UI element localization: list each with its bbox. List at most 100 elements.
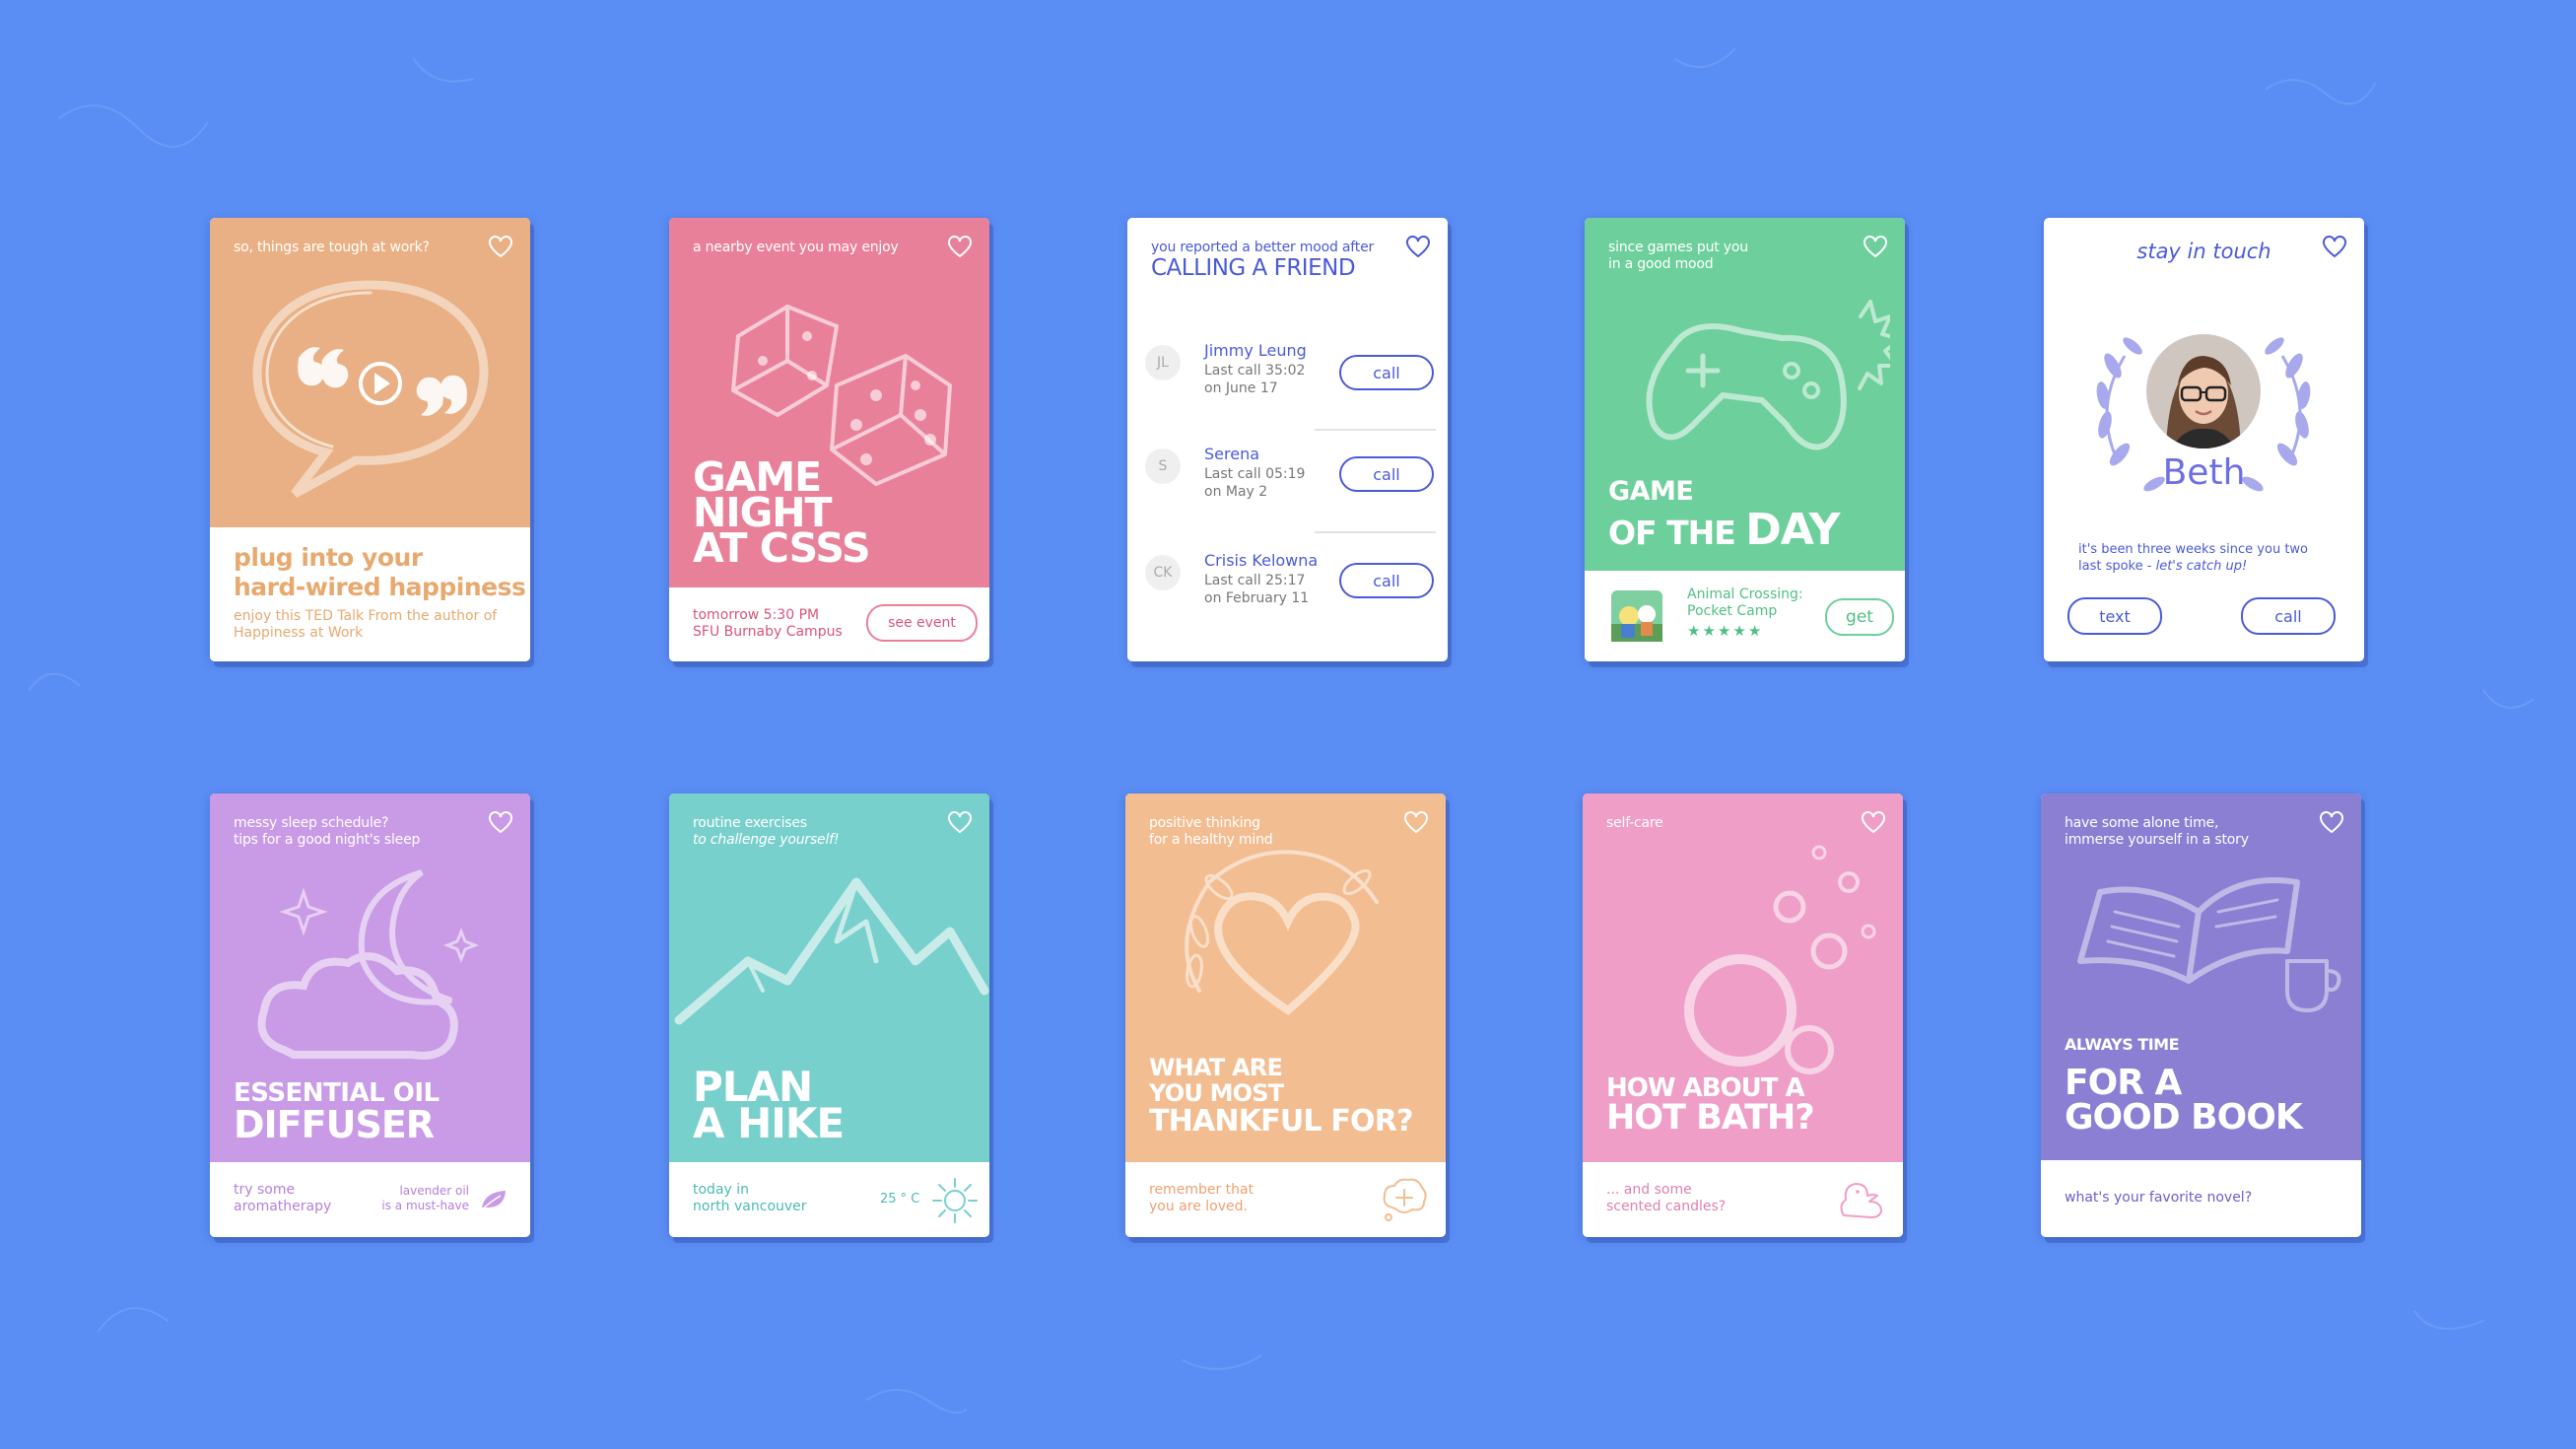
contact-name: Beth <box>2162 452 2246 493</box>
contact-last-call: Last call 25:17 <box>1204 573 1306 588</box>
heart-icon[interactable] <box>1863 236 1888 259</box>
contact-row[interactable]: CK Crisis Kelowna Last call 25:17 on Feb… <box>1127 551 1448 650</box>
app-name-line: Pocket Camp <box>1687 603 1778 619</box>
card-title: PLAN A HIKE <box>693 1067 845 1147</box>
call-button[interactable]: call <box>2241 597 2336 635</box>
title-line: A HIKE <box>693 1098 845 1147</box>
star-icon: ★ <box>1747 622 1764 640</box>
card-happiness-talk[interactable]: so, things are tough at work? plug into … <box>210 218 530 661</box>
message-line: last spoke - let's catch up! <box>2078 558 2308 575</box>
open-book-icon <box>2077 877 2341 1012</box>
thought-bubble-icon <box>1383 1178 1427 1221</box>
card-title: WHAT ARE YOU MOST THANKFUL FOR? <box>1149 1055 1413 1139</box>
heart-icon[interactable] <box>947 236 973 259</box>
card-footer: ... and some scented candles? <box>1583 1162 1903 1237</box>
divider <box>1315 531 1436 533</box>
moon-cloud-icon <box>257 869 480 1060</box>
heart-icon[interactable] <box>2319 811 2344 835</box>
card-game-of-the-day[interactable]: since games put you in a good mood GAME … <box>1585 218 1905 661</box>
card-footer: today in north vancouver 25 ° C <box>669 1162 989 1237</box>
card-title: HOW ABOUT A HOT BATH? <box>1606 1075 1815 1135</box>
heart-icon[interactable] <box>488 236 513 259</box>
star-icon: ★ <box>1702 622 1718 640</box>
bubbles-icon <box>1684 845 1876 1074</box>
card-good-book[interactable]: have some alone time, immerse yourself i… <box>2041 794 2361 1237</box>
title-line: OF THE DAY <box>1608 509 1841 552</box>
footer-left: try some aromatherapy <box>234 1182 331 1215</box>
see-event-button[interactable]: see event <box>866 604 978 642</box>
desc-line: enjoy this TED Talk From the author of <box>234 608 498 624</box>
get-button[interactable]: get <box>1825 598 1894 636</box>
event-place: SFU Burnaby Campus <box>693 624 843 640</box>
footer-line: you are loved. <box>1149 1199 1248 1214</box>
eyebrow-line: positive thinking <box>1149 815 1260 831</box>
card-title: CALLING A FRIEND <box>1151 255 1356 281</box>
card-footer: remember that you are loved. <box>1125 1162 1446 1237</box>
footer-text: ... and some scented candles? <box>1606 1182 1726 1215</box>
footer-line: today in <box>693 1182 750 1198</box>
contact-last-call: Last call 35:02 <box>1204 363 1306 379</box>
speech-bubble-play-icon[interactable] <box>237 267 504 504</box>
card-title: GAME OF THE DAY <box>1608 478 1841 552</box>
footer-line: lavender oil <box>399 1184 469 1198</box>
title-line: AT CSSS <box>693 524 871 573</box>
eyebrow-line: messy sleep schedule? <box>234 815 389 831</box>
footer-line: ... and some <box>1606 1182 1692 1198</box>
sun-icon <box>932 1178 978 1223</box>
card-eyebrow: since games put you in a good mood <box>1608 240 1845 273</box>
title-part: DAY <box>1745 505 1840 555</box>
event-time: tomorrow 5:30 PM <box>693 607 820 623</box>
mountain-icon <box>674 877 989 1025</box>
contact-row[interactable]: JL Jimmy Leung Last call 35:02 on June 1… <box>1127 341 1448 440</box>
avatar[interactable] <box>2144 332 2263 450</box>
footer-line: north vancouver <box>693 1199 807 1214</box>
app-thumbnail-icon[interactable] <box>1611 590 1662 642</box>
eyebrow-line: since games put you <box>1608 240 1748 255</box>
card-title: ESSENTIAL OIL DIFFUSER <box>234 1080 440 1146</box>
contact-last-call: Last call 05:19 <box>1204 466 1306 482</box>
card-stay-in-touch[interactable]: stay in touch Beth it's been three weeks… <box>2044 218 2364 661</box>
heart-icon[interactable] <box>2322 236 2347 259</box>
call-button[interactable]: call <box>1339 563 1434 598</box>
contact-name: Jimmy Leung <box>1204 341 1307 360</box>
contact-date: on June 17 <box>1204 380 1278 396</box>
contact-name: Crisis Kelowna <box>1204 551 1319 570</box>
heart-icon[interactable] <box>947 811 973 835</box>
title-line: THANKFUL FOR? <box>1149 1104 1413 1139</box>
card-description: enjoy this TED Talk From the author of H… <box>234 608 497 642</box>
heart-icon[interactable] <box>1405 236 1431 259</box>
card-hot-bath[interactable]: self-care HOW ABOUT A HOT BATH? ... and … <box>1583 794 1903 1237</box>
card-eyebrow: messy sleep schedule? tips for a good ni… <box>234 815 470 849</box>
card-plan-hike[interactable]: routine exercises to challenge yourself!… <box>669 794 989 1237</box>
app-name: Animal Crossing: Pocket Camp <box>1687 586 1803 620</box>
text-button[interactable]: text <box>2068 597 2162 635</box>
footer-line: try some <box>234 1182 296 1198</box>
card-image-area: self-care HOW ABOUT A HOT BATH? <box>1583 794 1903 1162</box>
card-image-area: since games put you in a good mood GAME … <box>1585 218 1905 571</box>
card-game-night[interactable]: a nearby event you may enjoy GAME NIGHT … <box>669 218 989 661</box>
title-line: DIFFUSER <box>234 1102 435 1146</box>
desc-line: Happiness at Work <box>234 625 364 641</box>
reconnect-message: it's been three weeks since you two last… <box>2078 541 2308 575</box>
footer-right: lavender oil is a must-have <box>381 1184 469 1213</box>
footer-text: remember that you are loved. <box>1149 1182 1254 1215</box>
card-calling-friend[interactable]: you reported a better mood after CALLING… <box>1127 218 1448 661</box>
message-part: last spoke - <box>2078 559 2152 574</box>
rubber-duck-icon <box>1840 1183 1882 1218</box>
heart-icon[interactable] <box>488 811 513 835</box>
call-button[interactable]: call <box>1339 456 1434 492</box>
card-footer: try some aromatherapy lavender oil is a … <box>210 1162 530 1237</box>
divider <box>1315 429 1436 431</box>
temperature: 25 ° C <box>880 1192 920 1207</box>
call-button[interactable]: call <box>1339 355 1434 390</box>
title-line: hard-wired happiness <box>234 573 526 601</box>
card-essential-oil[interactable]: messy sleep schedule? tips for a good ni… <box>210 794 530 1237</box>
contact-row[interactable]: S Serena Last call 05:19 on May 2 call <box>1127 445 1448 543</box>
heart-icon[interactable] <box>1403 811 1429 835</box>
card-thankful[interactable]: positive thinking for a healthy mind WHA… <box>1125 794 1446 1237</box>
footer-text: what's your favorite novel? <box>2065 1190 2253 1206</box>
footer-line: scented candles? <box>1606 1199 1727 1214</box>
card-title: FOR A GOOD BOOK <box>2065 1065 2303 1136</box>
star-icon: ★ <box>1732 622 1748 640</box>
card-image-area: so, things are tough at work? <box>210 218 530 527</box>
